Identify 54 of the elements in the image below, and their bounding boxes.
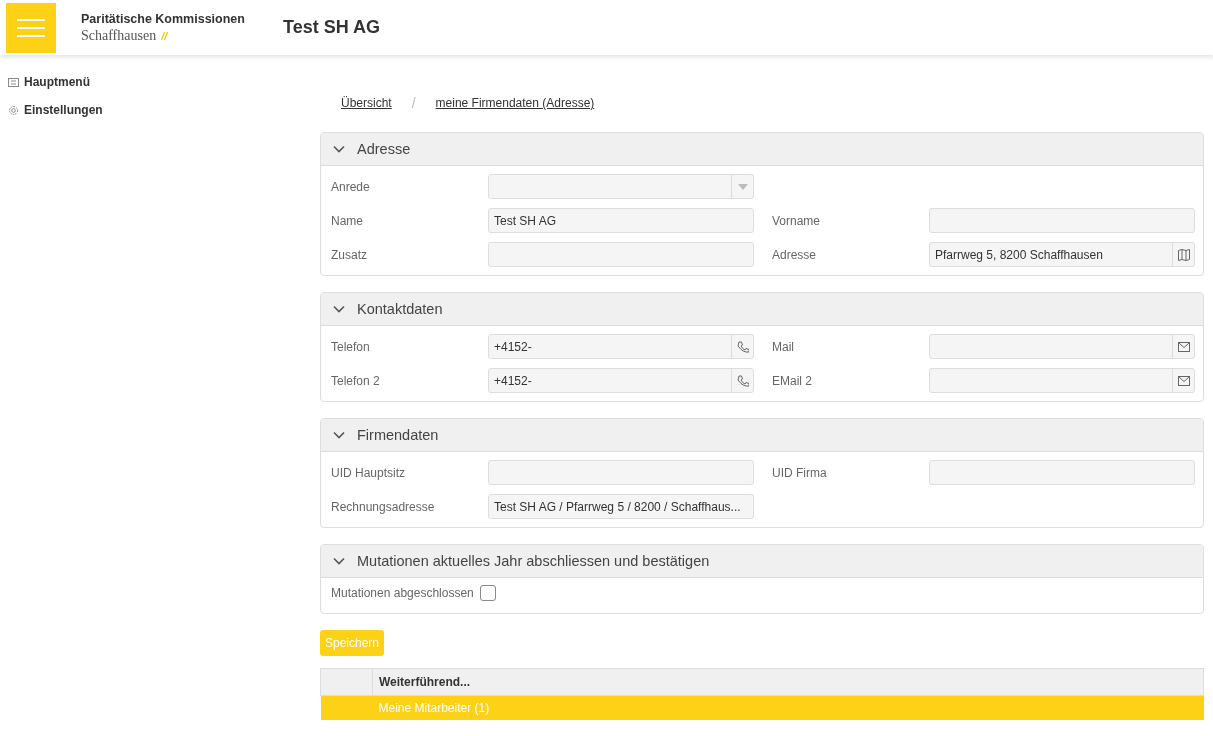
breadcrumb-link[interactable]: meine Firmendaten (Adresse) xyxy=(435,96,595,110)
map-icon xyxy=(1177,248,1190,261)
chevron-down-icon xyxy=(333,303,345,315)
input-field[interactable] xyxy=(488,460,754,485)
field-label: Adresse xyxy=(772,247,817,262)
checkbox[interactable] xyxy=(479,585,496,601)
dropdown-arrow-icon xyxy=(737,183,748,190)
input-field[interactable]: Test SH AG xyxy=(488,208,754,233)
section-header[interactable]: Adresse xyxy=(321,133,1203,166)
gear-icon xyxy=(8,104,19,116)
field-label: Anrede xyxy=(331,179,370,194)
field-label: UID Firma xyxy=(772,465,827,480)
envelope-icon xyxy=(1177,375,1190,386)
section-header[interactable]: Firmendaten xyxy=(321,419,1203,452)
field-label: Vorname xyxy=(772,213,821,228)
logo-subtext: Schaffhausen xyxy=(81,27,157,44)
field-label: Rechnungsadresse xyxy=(331,499,435,514)
input-field[interactable]: Pfarrweg 5, 8200 Schaffhausen xyxy=(929,242,1195,267)
list-icon xyxy=(8,77,19,87)
dropdown-field[interactable] xyxy=(488,174,754,199)
field-label: Zusatz xyxy=(331,247,367,262)
menu-icon xyxy=(17,17,45,38)
chevron-down-icon xyxy=(333,143,345,155)
input-field[interactable]: +4152- xyxy=(488,334,754,359)
sidebar-item[interactable]: Hauptmenü xyxy=(8,75,90,89)
column-header: Weiterführend... xyxy=(372,668,1204,696)
input-field[interactable] xyxy=(488,242,754,267)
input-field[interactable] xyxy=(929,208,1195,233)
phone-icon xyxy=(736,340,749,353)
logo-text: Paritätische Kommissionen xyxy=(81,11,246,26)
field-label: Telefon xyxy=(331,339,370,354)
breadcrumb-link[interactable]: Übersicht xyxy=(341,96,392,110)
chevron-down-icon xyxy=(333,429,345,441)
field-label: EMail 2 xyxy=(772,373,812,388)
phone-icon xyxy=(736,374,749,387)
breadcrumb-separator: / xyxy=(411,95,416,111)
field-label: Telefon 2 xyxy=(331,373,380,388)
section-header[interactable]: Kontaktdaten xyxy=(321,293,1203,326)
field-label: Mutationen abgeschlossen xyxy=(331,586,474,600)
field-label: UID Hauptsitz xyxy=(331,465,406,480)
input-field[interactable] xyxy=(929,460,1195,485)
input-field[interactable] xyxy=(929,334,1195,359)
section-header[interactable]: Mutationen aktuelles Jahr abschliessen und bestätigen xyxy=(321,545,1203,578)
menu-button[interactable] xyxy=(6,2,56,53)
chevron-down-icon xyxy=(333,555,345,567)
field-label: Mail xyxy=(772,339,794,354)
input-field[interactable]: Test SH AG / Pfarrweg 5 / 8200 / Schaffhaus... xyxy=(488,494,754,519)
input-field[interactable] xyxy=(929,368,1195,393)
input-field[interactable]: +4152- xyxy=(488,368,754,393)
page-title: Test SH AG xyxy=(283,17,380,38)
logo-mark: // xyxy=(161,29,168,42)
field-label: Name xyxy=(331,213,363,228)
sidebar-item[interactable]: Einstellungen xyxy=(8,103,103,117)
envelope-icon xyxy=(1177,341,1190,352)
